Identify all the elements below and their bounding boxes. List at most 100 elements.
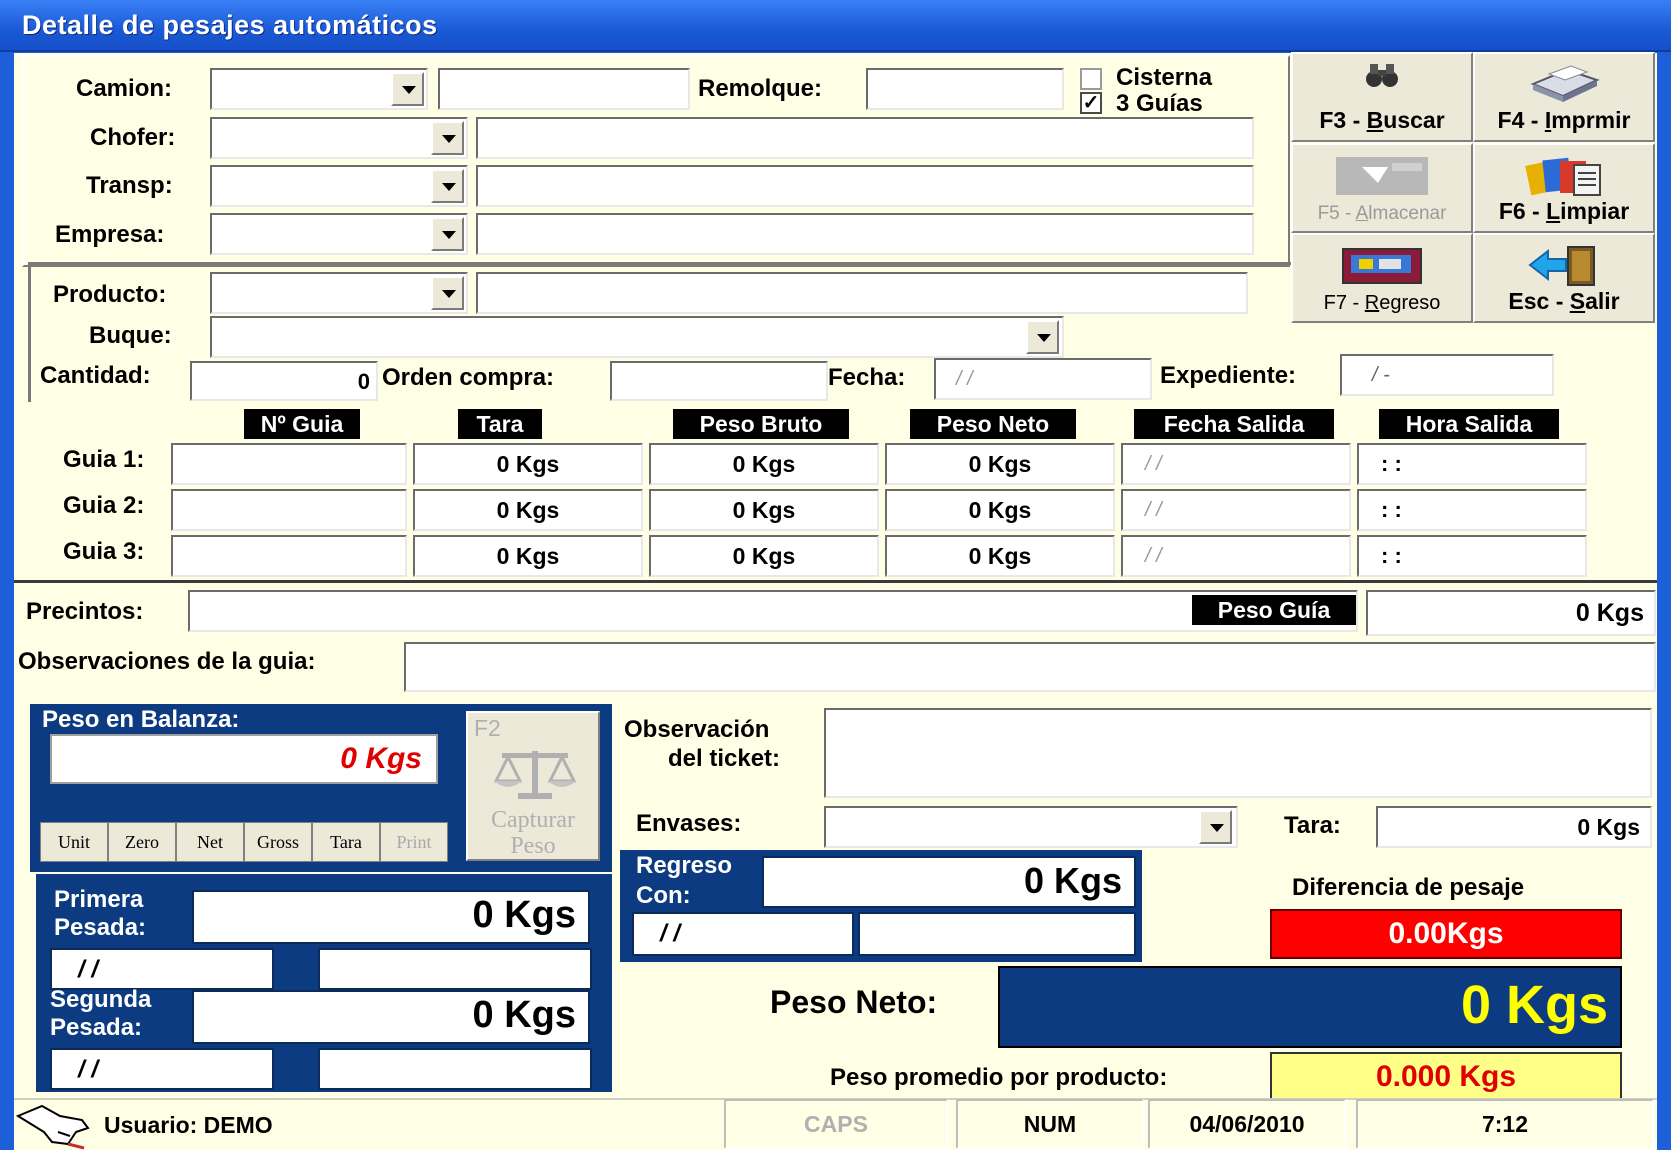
limpiar-button[interactable]: F6 - Limpiar — [1473, 143, 1655, 233]
diferencia-value: 0.00Kgs — [1388, 917, 1504, 950]
clear-forms-icon — [1525, 157, 1601, 196]
header-peso-neto: Peso Neto — [910, 409, 1076, 439]
status-date: 04/06/2010 — [1148, 1099, 1346, 1149]
producto-select[interactable] — [210, 272, 468, 314]
guia-3-tara-field[interactable]: 0 Kgs — [413, 535, 643, 577]
guia-3-bruto-field[interactable]: 0 Kgs — [649, 535, 879, 577]
remolque-field[interactable] — [866, 68, 1064, 110]
envases-dropdown-button[interactable] — [1199, 810, 1232, 844]
regreso-button[interactable]: F7 - Regreso — [1291, 233, 1473, 323]
usuario-label: Usuario: DEMO — [104, 1112, 273, 1138]
guia-1-number-field[interactable] — [171, 443, 407, 485]
observaciones-field[interactable] — [404, 642, 1656, 692]
guia-2-fecha-value: / / — [1145, 499, 1162, 521]
guia-3-neto-field[interactable]: 0 Kgs — [885, 535, 1115, 577]
promedio-value: 0.000 Kgs — [1375, 1060, 1517, 1093]
guia-1-fecha-field[interactable]: / / — [1121, 443, 1351, 485]
chofer-name-field[interactable] — [476, 117, 1254, 159]
buque-select[interactable] — [210, 316, 1064, 358]
buque-dropdown-button[interactable] — [1026, 320, 1059, 354]
transp-label: Transp: — [86, 172, 173, 199]
expediente-label: Expediente: — [1160, 362, 1297, 389]
peso-neto-label: Peso Neto: — [770, 984, 938, 1020]
net-button[interactable]: Net — [176, 822, 244, 862]
guia-3-bruto-value: 0 Kgs — [732, 543, 796, 569]
header-hora-salida: Hora Salida — [1379, 409, 1559, 439]
tres-guias-label: 3 Guías — [1116, 90, 1203, 117]
guia-2-label: Guia 2: — [63, 492, 145, 519]
transp-select[interactable] — [210, 165, 468, 207]
guia-2-bruto-field[interactable]: 0 Kgs — [649, 489, 879, 531]
guia-3-fecha-field[interactable]: / / — [1121, 535, 1351, 577]
buque-label: Buque: — [89, 322, 172, 349]
obs-ticket-label-2: del ticket: — [668, 745, 781, 772]
guia-1-fecha-value: / / — [1145, 453, 1162, 475]
zero-button[interactable]: Zero — [108, 822, 176, 862]
empresa-label: Empresa: — [55, 221, 165, 248]
gross-button[interactable]: Gross — [244, 822, 312, 862]
segunda-value: 0 Kgs — [472, 994, 576, 1036]
balanza-label: Peso en Balanza: — [42, 706, 240, 733]
guia-2-hora-field[interactable]: : : — [1357, 489, 1587, 531]
guia-3-number-field[interactable] — [171, 535, 407, 577]
guia-2-tara-field[interactable]: 0 Kgs — [413, 489, 643, 531]
guia-1-hora-field[interactable]: : : — [1357, 443, 1587, 485]
peso-guia-value: 0 Kgs — [1575, 599, 1644, 627]
cisterna-label: Cisterna — [1116, 64, 1213, 91]
window-title: Detalle de pesajes automáticos — [22, 10, 438, 40]
unit-button[interactable]: Unit — [40, 822, 108, 862]
regreso-date: / / — [660, 920, 681, 947]
print-button[interactable]: Print — [380, 822, 448, 862]
guia-3-hora-field[interactable]: : : — [1357, 535, 1587, 577]
return-truck-icon — [1342, 248, 1422, 284]
buscar-button[interactable]: F3 - Buscar — [1291, 52, 1473, 142]
cantidad-value: 0 — [357, 369, 370, 394]
cisterna-checkbox[interactable] — [1080, 68, 1102, 90]
capturar-label: Capturar — [491, 807, 575, 833]
guia-2-fecha-field[interactable]: / / — [1121, 489, 1351, 531]
tres-guias-checkbox[interactable]: ✓ — [1080, 92, 1102, 114]
orden-compra-field[interactable] — [610, 361, 828, 401]
empresa-name-field[interactable] — [476, 213, 1254, 255]
regreso-value: 0 Kgs — [1023, 860, 1122, 901]
diferencia-display: 0.00Kgs — [1270, 909, 1622, 959]
fecha-field[interactable]: / / — [934, 358, 1152, 400]
guia-1-neto-field[interactable]: 0 Kgs — [885, 443, 1115, 485]
buscar-caption: F3 - Buscar — [1319, 107, 1445, 133]
tara-button[interactable]: Tara — [312, 822, 380, 862]
ticket-tara-value: 0 Kgs — [1577, 814, 1640, 840]
camion-description-field[interactable] — [438, 68, 690, 110]
almacenar-button[interactable]: F5 - Almacenar — [1291, 143, 1473, 233]
transp-dropdown-button[interactable] — [431, 169, 464, 203]
chofer-select[interactable] — [210, 117, 468, 159]
capturar-peso-button[interactable]: F2 Capturar Peso — [466, 711, 600, 861]
imprimir-button[interactable]: F4 - Imprmir — [1473, 52, 1655, 142]
guia-2-number-field[interactable] — [171, 489, 407, 531]
guia-1-bruto-field[interactable]: 0 Kgs — [649, 443, 879, 485]
guia-1-tara-value: 0 Kgs — [496, 451, 560, 477]
caps-indicator: CAPS — [724, 1099, 948, 1149]
guia-3-hora-value: : : — [1381, 543, 1402, 568]
segunda-date: / / — [78, 1056, 99, 1083]
expediente-value: / - — [1372, 364, 1390, 386]
chofer-dropdown-button[interactable] — [431, 121, 464, 155]
precintos-field[interactable] — [188, 590, 1358, 632]
guia-1-tara-field[interactable]: 0 Kgs — [413, 443, 643, 485]
salir-button[interactable]: Esc - Salir — [1473, 233, 1655, 323]
camion-dropdown-button[interactable] — [391, 72, 424, 106]
primera-label-2: Pesada: — [54, 914, 147, 941]
obs-ticket-field[interactable] — [824, 708, 1652, 798]
producto-dropdown-button[interactable] — [431, 276, 464, 310]
producto-description-field[interactable] — [476, 272, 1248, 314]
guia-2-neto-field[interactable]: 0 Kgs — [885, 489, 1115, 531]
peso-label: Peso — [510, 833, 556, 859]
scale-icon — [493, 751, 577, 799]
guia-2-neto-value: 0 Kgs — [968, 497, 1032, 523]
empresa-dropdown-button[interactable] — [431, 217, 464, 251]
transp-name-field[interactable] — [476, 165, 1254, 207]
expediente-field[interactable]: / - — [1340, 354, 1554, 396]
empresa-select[interactable] — [210, 213, 468, 255]
fecha-label: Fecha: — [828, 364, 906, 391]
envases-select[interactable] — [824, 806, 1238, 848]
cantidad-field[interactable]: 0 — [190, 361, 378, 401]
